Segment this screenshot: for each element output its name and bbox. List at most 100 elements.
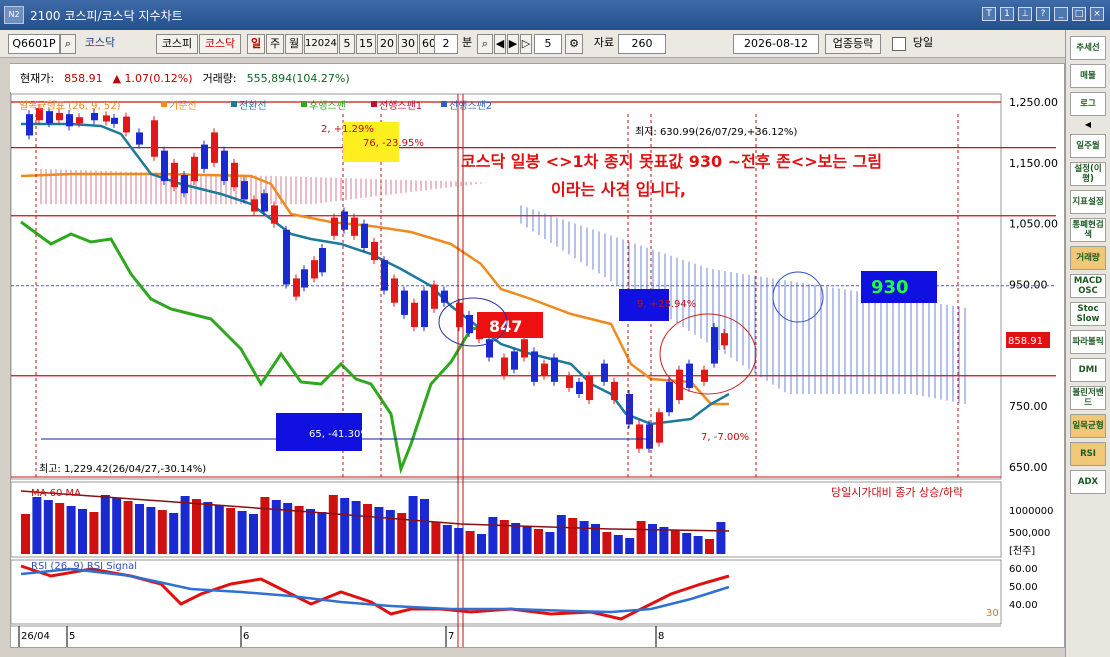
sidebar-item-11[interactable]: 파라볼릭	[1070, 330, 1106, 354]
sidebar-item-12[interactable]: DMI	[1070, 358, 1106, 382]
kospi-button[interactable]: 코스피	[156, 34, 198, 54]
chart-canvas[interactable]: 1,250.001,150.001,050.00950.00750.00650.…	[10, 64, 1064, 647]
candle	[411, 302, 418, 328]
sidebar-item-0[interactable]: 추세선	[1070, 36, 1106, 60]
volume-bar	[328, 495, 338, 554]
sidebar-item-10[interactable]: Stoc Slow	[1070, 302, 1106, 326]
end-icon[interactable]: ▷	[520, 34, 532, 54]
data-count-select[interactable]: 260	[618, 34, 666, 54]
min-label: 최저: 630.99(26/07/29,+36.12%)	[635, 126, 797, 138]
sidebar-item-8[interactable]: 거래량	[1070, 246, 1106, 270]
volume-bar	[21, 514, 30, 554]
candle	[151, 120, 158, 157]
minimize-icon[interactable]: _	[1054, 7, 1068, 21]
close-icon[interactable]: ×	[1090, 7, 1104, 21]
volume-bar	[420, 499, 429, 554]
minute-select[interactable]: 120240	[304, 34, 338, 54]
candle	[636, 424, 643, 449]
circle-2	[659, 313, 757, 395]
price-axis-label: 650.00	[1009, 461, 1048, 474]
volume-bar	[545, 532, 555, 554]
minute-unit-label: 분	[461, 36, 473, 49]
zoom-icon[interactable]: ⌕	[477, 34, 493, 54]
maximize-icon[interactable]: □	[1072, 7, 1086, 21]
step-input[interactable]: 5	[534, 34, 562, 54]
candle	[91, 112, 98, 121]
period-month-button[interactable]: 월	[285, 34, 303, 54]
kosdaq-button[interactable]: 코스닥	[199, 34, 241, 54]
minute-count-input[interactable]: 2	[434, 34, 458, 54]
volume-bar	[249, 514, 258, 554]
sidebar-item-4[interactable]: 일주월	[1070, 134, 1106, 158]
volume-title: 당일시가대비 종가 상승/하락	[831, 485, 963, 499]
volume-bar	[32, 497, 42, 554]
sidebar-item-3[interactable]: ◀	[1070, 120, 1106, 130]
chart-area[interactable]: 1,250.00 1,150.00 1,050.00 950.00 750.00 650.…	[10, 63, 1065, 648]
search-icon[interactable]: ⌕	[60, 34, 76, 54]
prev-icon[interactable]: ◀	[494, 34, 506, 54]
sidebar-item-16[interactable]: ADX	[1070, 470, 1106, 494]
pin-icon[interactable]: T	[982, 7, 996, 21]
label-847: 847	[489, 317, 522, 336]
sidebar-item-13[interactable]: 볼린저밴드	[1070, 386, 1106, 410]
candle	[646, 424, 653, 449]
candle	[686, 363, 693, 388]
today-checkbox[interactable]	[892, 37, 906, 51]
sidebar-item-5[interactable]: 설정(이평)	[1070, 162, 1106, 186]
volume-bar	[66, 506, 76, 554]
candle	[103, 115, 110, 122]
volume-bar	[613, 535, 623, 554]
pct-label-2: 76, -23.95%	[363, 138, 424, 149]
candle	[261, 193, 268, 212]
next-icon[interactable]: ▶	[507, 34, 519, 54]
sidebar-item-15[interactable]: RSI	[1070, 442, 1106, 466]
volume-bar	[625, 538, 635, 554]
candle	[361, 223, 368, 248]
rsi-axis: 50.00	[1009, 582, 1038, 593]
info-icon[interactable]: 1	[1000, 7, 1014, 21]
volume-bar	[648, 524, 657, 554]
help-icon[interactable]: ?	[1036, 7, 1050, 21]
volume-bar	[135, 504, 144, 554]
date-input[interactable]: 2026-08-12	[733, 34, 819, 54]
volume-bar	[374, 507, 384, 554]
period-day-button[interactable]: 일	[247, 34, 265, 54]
sidebar-item-9[interactable]: MACD OSC	[1070, 274, 1106, 298]
volume-bar	[146, 507, 156, 554]
min-5-button[interactable]: 5	[339, 34, 355, 54]
volume-bar	[693, 536, 703, 554]
volume-bar	[192, 499, 201, 554]
volume-bar	[112, 498, 122, 554]
volume-bar	[180, 496, 190, 554]
sidebar-item-6[interactable]: 지표설정	[1070, 190, 1106, 214]
candle	[341, 211, 348, 230]
candle	[191, 156, 198, 182]
volume-bar	[568, 518, 578, 554]
code-input[interactable]: Q6601P	[8, 34, 60, 54]
min-15-button[interactable]: 15	[356, 34, 376, 54]
min-20-button[interactable]: 20	[377, 34, 397, 54]
sidebar-item-14[interactable]: 일목균형	[1070, 414, 1106, 438]
min-30-button[interactable]: 30	[398, 34, 418, 54]
candle	[626, 394, 633, 425]
legend-item: 선행스팬2	[449, 100, 492, 112]
sidebar-item-7[interactable]: 통폐현검색	[1070, 218, 1106, 242]
candle	[211, 132, 218, 163]
link-icon[interactable]: ⊥	[1018, 7, 1032, 21]
settings-icon[interactable]: ⚙	[565, 34, 583, 54]
volume-bar	[579, 521, 589, 554]
candle	[241, 181, 248, 200]
volume-bar	[100, 495, 110, 554]
rsi-signal-line	[20, 567, 730, 614]
sidebar-item-2[interactable]: 로그	[1070, 92, 1106, 116]
volume-value: 555,894(104.27%)	[246, 71, 350, 85]
volume-bar	[602, 532, 612, 554]
candle	[319, 248, 326, 273]
volume-bar	[226, 508, 236, 554]
candle	[666, 381, 673, 413]
period-week-button[interactable]: 주	[266, 34, 284, 54]
sector-button[interactable]: 업종등락	[825, 34, 881, 54]
candle	[511, 351, 518, 370]
sidebar-item-1[interactable]: 매물	[1070, 64, 1106, 88]
max-label: 최고: 1,229.42(26/04/27,-30.14%)	[39, 463, 206, 475]
